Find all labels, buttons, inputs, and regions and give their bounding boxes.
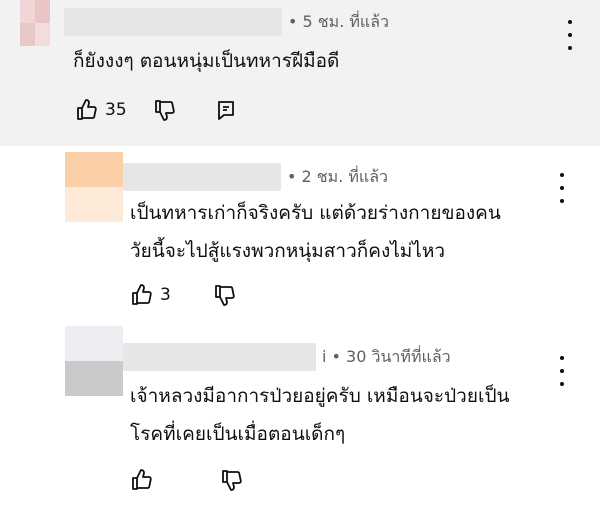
comment-actions: 35 bbox=[75, 95, 237, 125]
comment-text: เป็นทหารเก่าก็จริงครับ แต่ด้วยร่างกายของ… bbox=[130, 194, 501, 270]
like-count: 3 bbox=[160, 285, 171, 305]
comment-time[interactable]: • 5 ชม. ที่แล้ว bbox=[288, 10, 389, 35]
comment-text-line: โรคที่เคยเป็นเมื่อตอนเด็กๆ bbox=[130, 423, 346, 445]
comment-text-line: เจ้าหลวงมีอาการป่วยอยู่ครับ เหมือนจะป่วย… bbox=[130, 385, 510, 407]
thumb-up-icon[interactable] bbox=[75, 98, 99, 122]
more-vert-icon[interactable] bbox=[550, 356, 574, 386]
like-count: 35 bbox=[105, 100, 127, 120]
comment-text-line: วัยนี้จะไปสู้แรงพวกหนุ่มสาวก็คงไม่ไหว bbox=[130, 240, 446, 262]
author-name[interactable] bbox=[64, 8, 282, 36]
comment-time[interactable]: i • 30 วินาทีที่แล้ว bbox=[322, 345, 451, 370]
more-vert-icon[interactable] bbox=[558, 20, 582, 50]
thumb-down-icon[interactable] bbox=[213, 283, 237, 307]
comment-actions: 3 bbox=[130, 280, 237, 310]
reply-icon[interactable] bbox=[215, 99, 237, 121]
comment-item: • 5 ชม. ที่แล้ว ก็ยังงงๆ ตอนหนุ่มเป็นทหา… bbox=[0, 0, 600, 146]
comment-actions bbox=[130, 465, 244, 495]
avatar[interactable] bbox=[20, 0, 50, 46]
comment-item: i • 30 วินาทีที่แล้ว เจ้าหลวงมีอาการป่วย… bbox=[0, 314, 600, 520]
more-vert-icon[interactable] bbox=[550, 173, 574, 203]
comment-text: ก็ยังงงๆ ตอนหนุ่มเป็นทหารฝีมือดี bbox=[73, 42, 339, 80]
thumb-down-icon[interactable] bbox=[220, 468, 244, 492]
comment-text-line: เป็นทหารเก่าก็จริงครับ แต่ด้วยร่างกายของ… bbox=[130, 202, 501, 224]
comment-header: i • 30 วินาทีที่แล้ว bbox=[123, 343, 451, 371]
thumb-up-icon[interactable] bbox=[130, 468, 154, 492]
comment-text-line: ก็ยังงงๆ ตอนหนุ่มเป็นทหารฝีมือดี bbox=[73, 50, 340, 72]
comment-header: • 2 ชม. ที่แล้ว bbox=[123, 163, 388, 191]
thumb-down-icon[interactable] bbox=[153, 98, 177, 122]
avatar[interactable] bbox=[65, 326, 123, 396]
comment-time[interactable]: • 2 ชม. ที่แล้ว bbox=[287, 165, 388, 190]
comment-header: • 5 ชม. ที่แล้ว bbox=[64, 8, 389, 36]
author-name[interactable] bbox=[123, 343, 316, 371]
comment-text: เจ้าหลวงมีอาการป่วยอยู่ครับ เหมือนจะป่วย… bbox=[130, 377, 510, 453]
comment-item: • 2 ชม. ที่แล้ว เป็นทหารเก่าก็จริงครับ แ… bbox=[0, 146, 600, 314]
avatar[interactable] bbox=[65, 152, 123, 222]
thumb-up-icon[interactable] bbox=[130, 283, 154, 307]
author-name[interactable] bbox=[123, 163, 281, 191]
